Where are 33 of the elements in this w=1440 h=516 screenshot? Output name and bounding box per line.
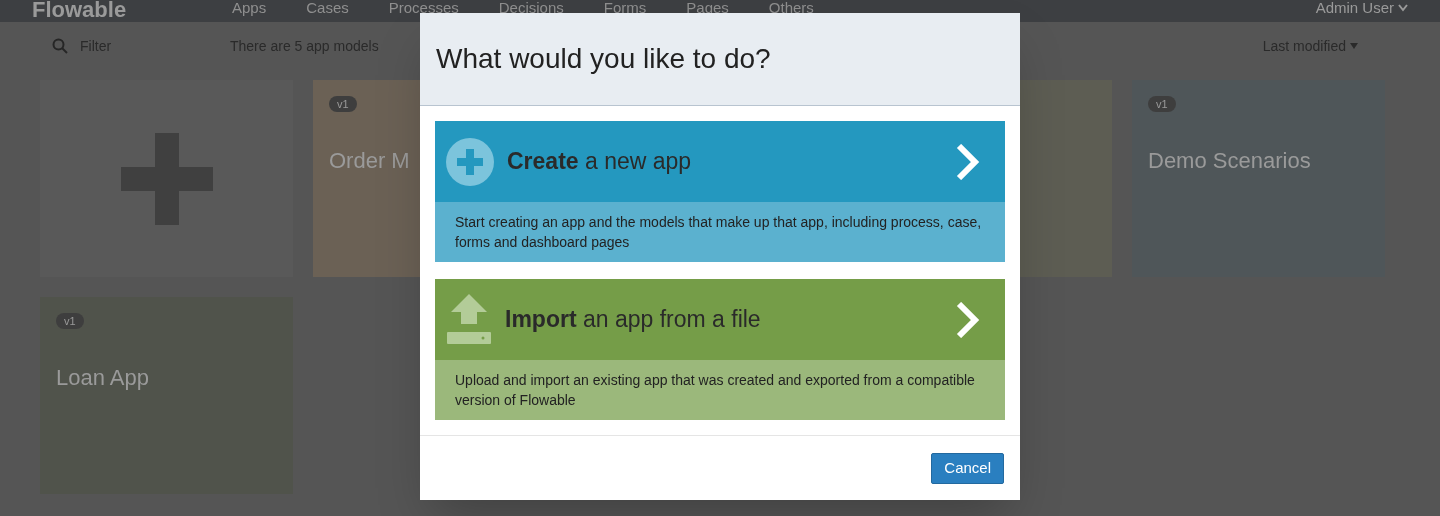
logo: Flowable	[32, 0, 128, 20]
user-menu[interactable]: Admin User	[1315, 0, 1394, 16]
nav-tab[interactable]: Decisions	[498, 0, 564, 16]
app-card[interactable]: v1 Demo Scenarios	[1132, 80, 1385, 277]
chevron-right-icon	[955, 301, 981, 338]
option-heading: Create a new app	[507, 147, 692, 177]
dialog-title: What would you like to do?	[436, 42, 771, 76]
app-title: Loan App	[56, 364, 150, 392]
plus-icon	[120, 132, 213, 225]
option-description: Start creating an app and the models that make up that app, including process, case, forms and dashboard pages	[455, 213, 983, 252]
nav-tab[interactable]: Cases	[306, 0, 349, 16]
chevron-down-icon	[1398, 4, 1408, 12]
cancel-button[interactable]: Cancel	[931, 452, 1004, 484]
add-app-card[interactable]	[40, 80, 293, 277]
app-title: Demo Scenarios	[1148, 147, 1312, 175]
caret-icon	[1350, 43, 1358, 49]
upload-icon	[445, 293, 493, 346]
app-card[interactable]: v1 Loan App	[40, 297, 293, 494]
nav-tab[interactable]: Processes	[388, 0, 459, 16]
option-description: Upload and import an existing app that was created and exported from a compatible version of Flowable	[455, 371, 976, 410]
version-badge: v1	[56, 313, 84, 329]
option-heading: Import an app from a file	[505, 305, 761, 335]
nav-tab[interactable]: Forms	[603, 0, 647, 16]
chevron-right-icon	[955, 143, 981, 180]
app-card[interactable]: v1 Order M	[313, 80, 420, 277]
search-icon	[52, 38, 68, 54]
plus-circle-icon	[445, 136, 495, 187]
version-badge: v1	[329, 96, 357, 112]
nav-tab[interactable]: Others	[768, 0, 814, 16]
version-badge: v1	[1148, 96, 1176, 112]
nav-tab[interactable]: Apps	[232, 0, 267, 16]
app-title: Order M	[329, 147, 411, 175]
app-card[interactable]	[1020, 80, 1112, 277]
